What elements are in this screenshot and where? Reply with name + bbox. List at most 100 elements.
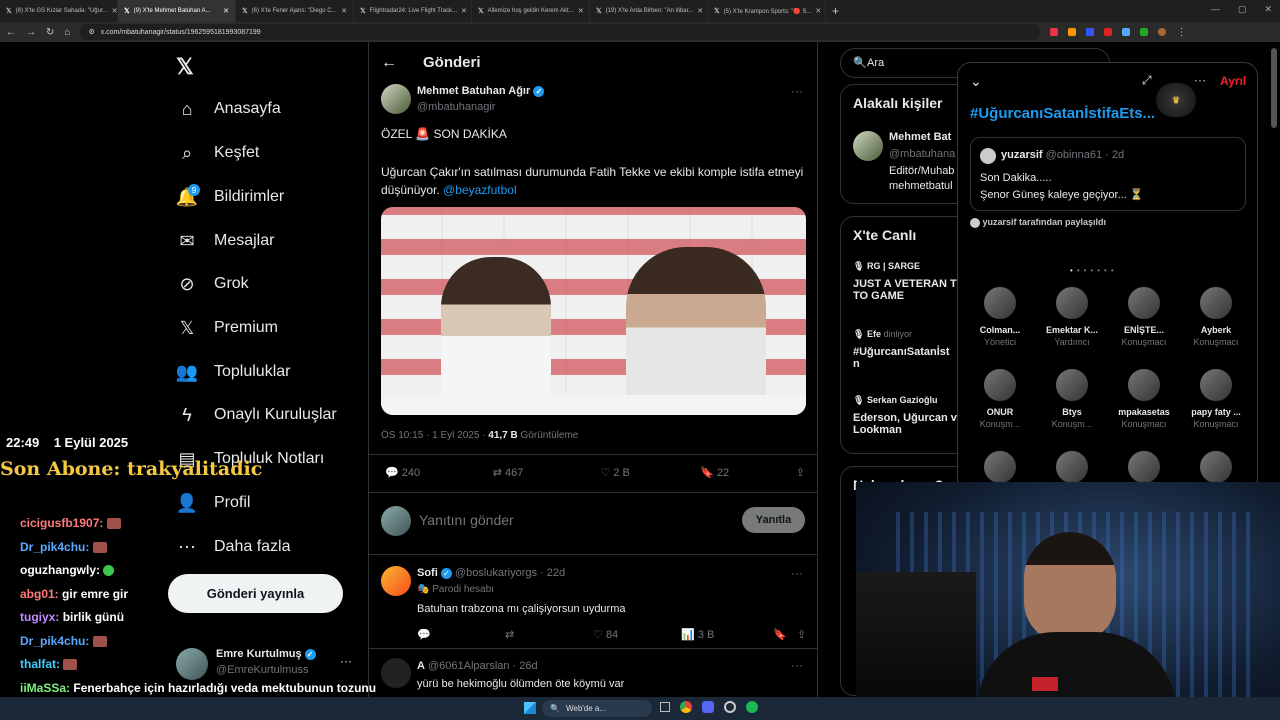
close-tab-icon[interactable]: ✕	[112, 7, 117, 15]
browser-tab[interactable]: 𝕏 (9) X'te Mehmet Batuhan A... ✕	[118, 0, 236, 22]
maximize-icon[interactable]: ▢	[1238, 4, 1247, 15]
avatar[interactable]	[381, 658, 411, 688]
close-tab-icon[interactable]: ✕	[341, 7, 347, 15]
retweet-icon[interactable]: ⇄	[505, 628, 593, 641]
share-icon[interactable]: ⇪	[797, 628, 806, 641]
leave-button[interactable]: Ayrıl	[1220, 74, 1246, 88]
reply-button[interactable]: Yanıtla	[742, 507, 805, 533]
extension-icon[interactable]	[1086, 28, 1095, 36]
space-title[interactable]: #UğurcanıSatanİstifaEts...	[970, 105, 1155, 122]
space-participant[interactable]: Colman... Yönetici	[964, 285, 1036, 347]
close-tab-icon[interactable]: ✕	[223, 7, 229, 15]
more-icon[interactable]: ···	[791, 566, 803, 580]
browser-tab[interactable]: 𝕏 Flightradar24: Live Flight Track... ✕	[354, 0, 472, 22]
menu-icon[interactable]: ⋮	[1176, 27, 1186, 38]
retweet-action[interactable]: ⇄ 467	[493, 466, 601, 479]
close-window-icon[interactable]: ✕	[1264, 4, 1272, 15]
more-icon[interactable]: ···	[1194, 73, 1206, 87]
reply-icon[interactable]: 💬	[417, 628, 505, 641]
space-participant[interactable]: Ayberk Konuşmacı	[1180, 285, 1252, 347]
more-icon[interactable]: ···	[340, 654, 352, 668]
browser-tab[interactable]: 𝕏 (8) X'te GS Kızlar Sahada: "Uğur... ✕	[0, 0, 118, 22]
extension-icon[interactable]	[1068, 28, 1077, 36]
bookmark-icon[interactable]: 🔖	[773, 628, 797, 641]
related-name[interactable]: Mehmet Bat	[889, 131, 951, 143]
reply-input[interactable]: Yanıtını gönder	[419, 512, 514, 528]
reply-author[interactable]: A	[417, 660, 425, 672]
tweet-time[interactable]: ÖS 10:15 · 1 Eyl 2025 ·	[381, 430, 488, 441]
nav-item-6[interactable]: 👥 Topluluklar	[176, 357, 291, 387]
more-icon[interactable]: ···	[791, 658, 803, 672]
browser-tab[interactable]: 𝕏 (6) X'te Fener Ajans: "Diego C... ✕	[236, 0, 354, 22]
scrollbar[interactable]	[1271, 48, 1277, 128]
reply-author[interactable]: Sofi	[417, 567, 438, 579]
space-participant[interactable]: Btys Konuşm...	[1036, 367, 1108, 429]
collapse-icon[interactable]: ⌄	[970, 73, 982, 90]
task-view-icon[interactable]	[660, 702, 670, 712]
more-icon[interactable]: ···	[791, 84, 803, 98]
home-browser-icon[interactable]: ⌂	[64, 27, 70, 38]
profile-avatar[interactable]	[1158, 28, 1167, 36]
discord-icon[interactable]	[702, 701, 714, 713]
reload-icon[interactable]: ↻	[46, 27, 54, 38]
space-participant[interactable]: mpakasetas Konuşmacı	[1108, 367, 1180, 429]
nav-item-7[interactable]: ϟ Onaylı Kuruluşlar	[176, 400, 336, 430]
forward-icon[interactable]: →	[26, 27, 36, 38]
author-handle[interactable]: @mbatuhanagir	[417, 101, 495, 113]
avatar[interactable]	[381, 566, 411, 596]
windows-start-icon[interactable]	[524, 702, 536, 714]
site-info-icon[interactable]: ⚙	[88, 28, 94, 36]
address-bar[interactable]: ⚙ x.com/mbatuhanagir/status/1962595181993…	[80, 24, 1041, 40]
nav-item-5[interactable]: 𝕏 Premium	[176, 313, 278, 343]
extension-icon[interactable]	[1104, 28, 1113, 36]
extension-icon[interactable]	[1140, 28, 1149, 36]
back-arrow-icon[interactable]: ←	[381, 54, 397, 72]
pinned-tweet-card[interactable]: yuzarsif @obinna61 · 2d Son Dakika..... …	[970, 137, 1246, 211]
nav-item-3[interactable]: ✉ Mesajlar	[176, 226, 274, 256]
nav-item-10[interactable]: ⋯ Daha fazla	[176, 532, 291, 562]
carousel-dots[interactable]: •••••••	[1070, 266, 1118, 275]
close-tab-icon[interactable]: ✕	[461, 7, 467, 15]
account-switcher[interactable]: Emre Kurtulmuş ✓ @EmreKurtulmuss ···	[176, 648, 366, 682]
tweet-image[interactable]	[381, 207, 806, 415]
extension-icon[interactable]	[1050, 28, 1059, 36]
taskbar-search[interactable]: 🔍 Web'de a...	[542, 700, 652, 717]
new-tab-button[interactable]: +	[826, 4, 845, 18]
browser-tab[interactable]: 𝕏 Allemize hoş geldin Kerem Akt... ✕	[472, 0, 590, 22]
like-action[interactable]: ♡ 84	[593, 628, 681, 641]
x-logo-icon[interactable]: 𝕏	[176, 54, 194, 80]
space-participant[interactable]: papy faty ... Konuşmacı	[1180, 367, 1252, 429]
chrome-icon[interactable]	[680, 701, 692, 713]
close-tab-icon[interactable]: ✕	[815, 7, 821, 15]
space-participant[interactable]	[964, 449, 1036, 485]
mention-link[interactable]: @beyazfutbol	[443, 183, 517, 197]
nav-item-2[interactable]: 🔔 9 Bildirimler	[176, 182, 284, 212]
views-action[interactable]: 📊 3 B	[681, 628, 773, 641]
space-participant[interactable]: ONUR Konuşm...	[964, 367, 1036, 429]
close-tab-icon[interactable]: ✕	[578, 7, 584, 15]
back-icon[interactable]: ←	[6, 27, 16, 38]
share-icon[interactable]: ⇪	[796, 466, 805, 479]
close-tab-icon[interactable]: ✕	[697, 7, 703, 15]
nav-item-9[interactable]: 👤 Profil	[176, 488, 251, 518]
minimize-icon[interactable]: —	[1211, 4, 1220, 15]
browser-tab[interactable]: 𝕏 (19) X'te Arda Birben: "An itibar... ✕	[590, 0, 708, 22]
steam-icon[interactable]	[724, 701, 736, 713]
avatar[interactable]	[853, 131, 883, 161]
space-participant[interactable]	[1180, 449, 1252, 485]
space-participant[interactable]: ENİŞTE... Konuşmacı	[1108, 285, 1180, 347]
extension-icon[interactable]	[1122, 28, 1131, 36]
post-button[interactable]: Gönderi yayınla	[168, 574, 343, 613]
space-participant[interactable]	[1036, 449, 1108, 485]
nav-item-4[interactable]: ⊘ Grok	[176, 269, 248, 299]
space-participant[interactable]: Emektar K... Yardımcı	[1036, 285, 1108, 347]
author-avatar[interactable]	[381, 84, 411, 114]
expand-icon[interactable]: ⤢	[1142, 73, 1152, 88]
reply-action[interactable]: 💬 240	[385, 466, 493, 479]
reply-tweet[interactable]: Sofi ✓ @boslukariyorgs · 22d ··· 🎭 Parod…	[369, 554, 817, 648]
spotify-icon[interactable]	[746, 701, 758, 713]
bookmark-action[interactable]: 🔖 22	[700, 466, 796, 479]
like-action[interactable]: ♡ 2 B	[600, 466, 700, 479]
author-name[interactable]: Mehmet Batuhan Ağır	[417, 85, 530, 97]
nav-item-0[interactable]: ⌂ Anasayfa	[176, 94, 281, 124]
